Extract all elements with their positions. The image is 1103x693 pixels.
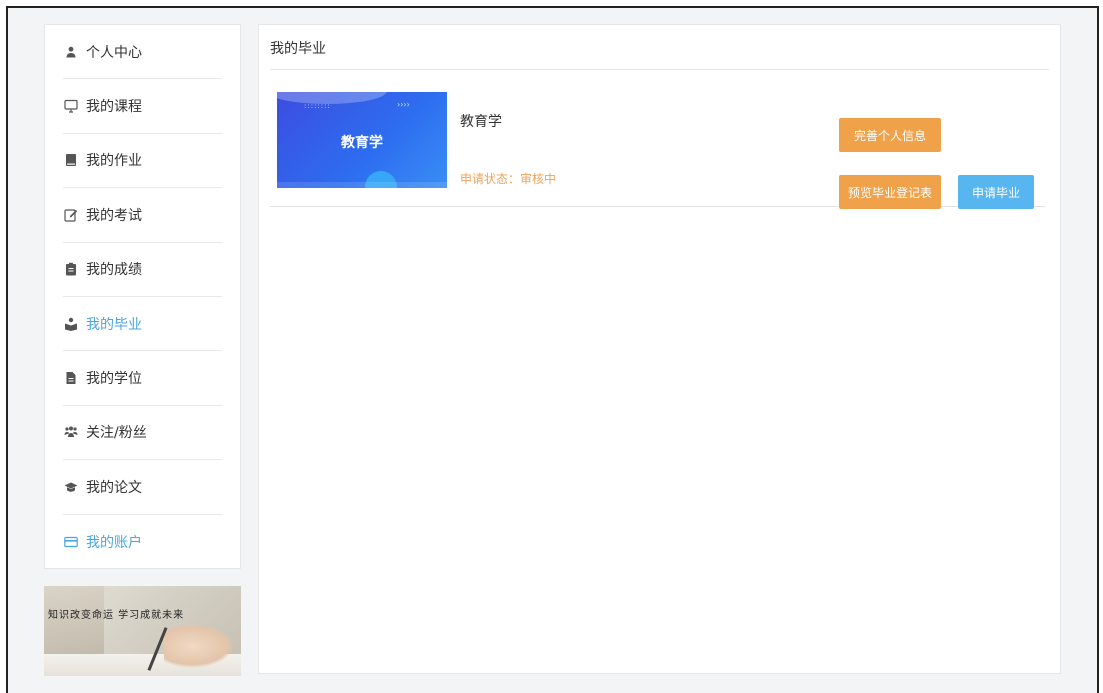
sidebar-item-label: 我的论文 [86,479,142,496]
sidebar-item-label: 个人中心 [86,44,142,61]
course-name: 教育学 [460,114,502,130]
sidebar-item-degree[interactable]: 我的学位 [63,351,222,406]
apply-graduation-button[interactable]: 申请毕业 [958,175,1034,209]
sidebar-item-account[interactable]: 我的账户 [63,515,222,569]
thumbnail-title: 教育学 [341,135,383,151]
sidebar-item-grades[interactable]: 我的成绩 [63,243,222,297]
thumbnail-wave-decoration [277,92,387,104]
list-item: :::::::: ›››› 教育学 教育学 申请状态：审核中 完善个人信息 预览… [270,70,1045,209]
application-status: 申请状态：审核中 [460,170,556,187]
document-icon [64,371,78,385]
complete-info-button[interactable]: 完善个人信息 [839,118,941,152]
edit-icon [64,208,78,222]
sidebar-item-courses[interactable]: 我的课程 [63,79,222,134]
sidebar-item-label: 我的账户 [86,534,142,551]
course-thumbnail[interactable]: :::::::: ›››› 教育学 [277,92,447,188]
banner-hand-decoration [164,624,234,668]
monitor-icon [64,99,78,113]
banner-text: 知识改变命运 学习成就未来 [48,610,185,621]
sidebar-item-exams[interactable]: 我的考试 [63,188,222,243]
main-panel: 我的毕业 :::::::: ›››› 教育学 教育学 申请状态：审核中 完善个人… [258,24,1061,674]
graduation-cap-icon [64,480,78,494]
book-icon [64,153,78,167]
sidebar-item-label: 我的学位 [86,371,142,388]
sidebar-item-graduation[interactable]: 我的毕业 [63,297,222,352]
dots-decoration-icon: :::::::: [304,102,331,110]
sidebar-item-follow-fans[interactable]: 关注/粉丝 [63,406,222,461]
page-title: 我的毕业 [270,41,326,57]
user-icon [64,45,78,59]
status-label: 申请状态： [460,172,521,186]
sidebar-item-label: 关注/粉丝 [86,425,147,442]
chevrons-decoration-icon: ›››› [397,100,410,109]
sidebar-item-personal-center[interactable]: 个人中心 [63,25,222,80]
status-value: 审核中 [520,172,557,186]
sidebar-item-label: 我的考试 [86,207,142,224]
sidebar-item-label: 我的成绩 [86,262,142,279]
sidebar-item-label: 我的课程 [86,99,142,116]
sidebar-item-homework[interactable]: 我的作业 [63,134,222,189]
thumbnail-stripe-decoration [277,182,447,188]
sidebar-item-label: 我的毕业 [86,316,142,333]
sidebar: 个人中心 我的课程 我的作业 我的考试 我的成绩 我的毕业 我的学位 关注/粉丝… [44,24,241,569]
sidebar-item-label: 我的作业 [86,153,142,170]
clipboard-icon [64,262,78,276]
motto-banner: 知识改变命运 学习成就未来 [44,586,241,676]
credit-card-icon [64,535,78,549]
users-icon [64,425,78,439]
preview-graduation-form-button[interactable]: 预览毕业登记表 [839,175,941,209]
graduate-reading-icon [64,317,78,331]
sidebar-item-thesis[interactable]: 我的论文 [63,460,222,515]
